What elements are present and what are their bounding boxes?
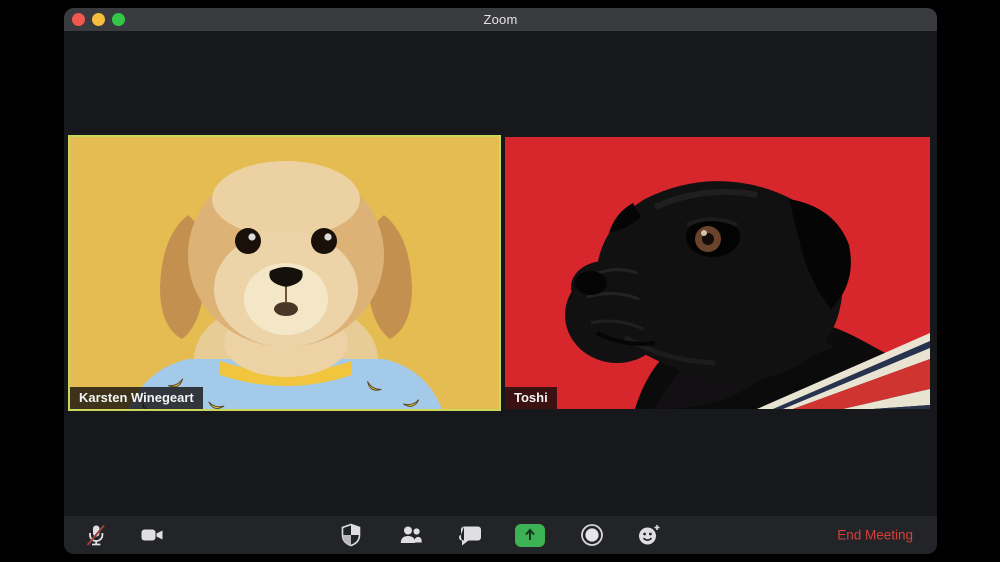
share-screen-up-arrow-icon	[515, 524, 545, 547]
start-video-button[interactable]	[136, 519, 168, 551]
share-screen-button[interactable]	[514, 519, 546, 551]
video-tile-karsten[interactable]: Karsten Winegeart	[68, 135, 501, 411]
karsten-dog-photo	[70, 137, 499, 409]
chat-bubble-icon	[458, 522, 484, 548]
microphone-muted-icon	[83, 522, 109, 548]
record-circle-icon	[579, 522, 605, 548]
meeting-toolbar: End Meeting	[64, 516, 937, 554]
participants-icon	[398, 522, 424, 548]
toshi-pug-photo	[505, 137, 930, 409]
zoom-window: Zoom	[64, 8, 937, 554]
traffic-lights	[72, 8, 125, 31]
video-camera-icon	[139, 522, 165, 548]
reactions-button[interactable]	[633, 519, 665, 551]
mute-button[interactable]	[80, 519, 112, 551]
participant-name-label: Karsten Winegeart	[70, 387, 203, 409]
window-title: Zoom	[483, 12, 517, 27]
desktop: Zoom	[0, 0, 1000, 562]
record-button[interactable]	[576, 519, 608, 551]
smiley-plus-icon	[636, 522, 662, 548]
participant-name-label: Toshi	[505, 387, 557, 409]
video-tile-toshi[interactable]: Toshi	[505, 137, 930, 409]
minimize-button[interactable]	[92, 13, 105, 26]
end-meeting-button[interactable]: End Meeting	[831, 524, 919, 547]
security-button[interactable]	[335, 519, 367, 551]
maximize-button[interactable]	[112, 13, 125, 26]
titlebar[interactable]: Zoom	[64, 8, 937, 31]
close-button[interactable]	[72, 13, 85, 26]
shield-icon	[338, 522, 364, 548]
participants-button[interactable]	[395, 519, 427, 551]
chat-button[interactable]	[455, 519, 487, 551]
